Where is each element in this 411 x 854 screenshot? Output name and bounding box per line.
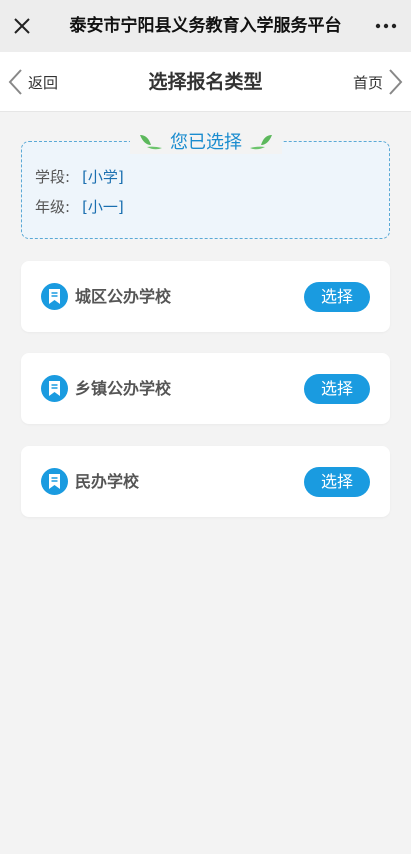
bookmark-icon <box>41 468 68 495</box>
grade-value: [小一] <box>82 198 124 216</box>
selection-heading: 您已选择 <box>130 128 282 154</box>
close-icon[interactable] <box>10 14 34 38</box>
bookmark-icon <box>41 375 68 402</box>
more-icon[interactable] <box>373 14 399 38</box>
home-label: 首页 <box>352 73 383 92</box>
stage-row: 学段: [小学] <box>35 166 124 187</box>
back-label: 返回 <box>28 73 59 92</box>
chevron-left-icon <box>8 69 22 95</box>
select-button[interactable]: 选择 <box>304 282 370 312</box>
grade-row: 年级: [小一] <box>35 196 124 217</box>
chevron-right-icon <box>389 69 403 95</box>
option-label: 乡镇公办学校 <box>75 379 172 398</box>
option-card-town-public: 乡镇公办学校 选择 <box>21 353 390 424</box>
page-title: 泰安市宁阳县义务教育入学服务平台 <box>69 16 342 36</box>
selection-heading-text: 您已选择 <box>170 132 242 153</box>
option-card-urban-public: 城区公办学校 选择 <box>21 261 390 332</box>
leaf-right-icon <box>250 135 272 150</box>
select-button[interactable]: 选择 <box>304 374 370 404</box>
stage-label: 学段: <box>35 168 71 186</box>
grade-label: 年级: <box>35 198 71 216</box>
select-button[interactable]: 选择 <box>304 467 370 497</box>
nav-header: 返回 选择报名类型 首页 <box>0 52 411 112</box>
wechat-title-bar: 泰安市宁阳县义务教育入学服务平台 <box>0 0 411 52</box>
back-button[interactable]: 返回 <box>6 66 58 98</box>
home-button[interactable]: 首页 <box>353 66 405 98</box>
option-label: 民办学校 <box>75 472 140 491</box>
option-card-private: 民办学校 选择 <box>21 446 390 517</box>
stage-value: [小学] <box>82 168 124 186</box>
option-label: 城区公办学校 <box>75 287 172 306</box>
selection-summary: 您已选择 学段: [小学] 年级: [小一] <box>21 128 390 239</box>
bookmark-icon <box>41 283 68 310</box>
leaf-left-icon <box>140 135 162 150</box>
nav-title: 选择报名类型 <box>148 71 263 93</box>
